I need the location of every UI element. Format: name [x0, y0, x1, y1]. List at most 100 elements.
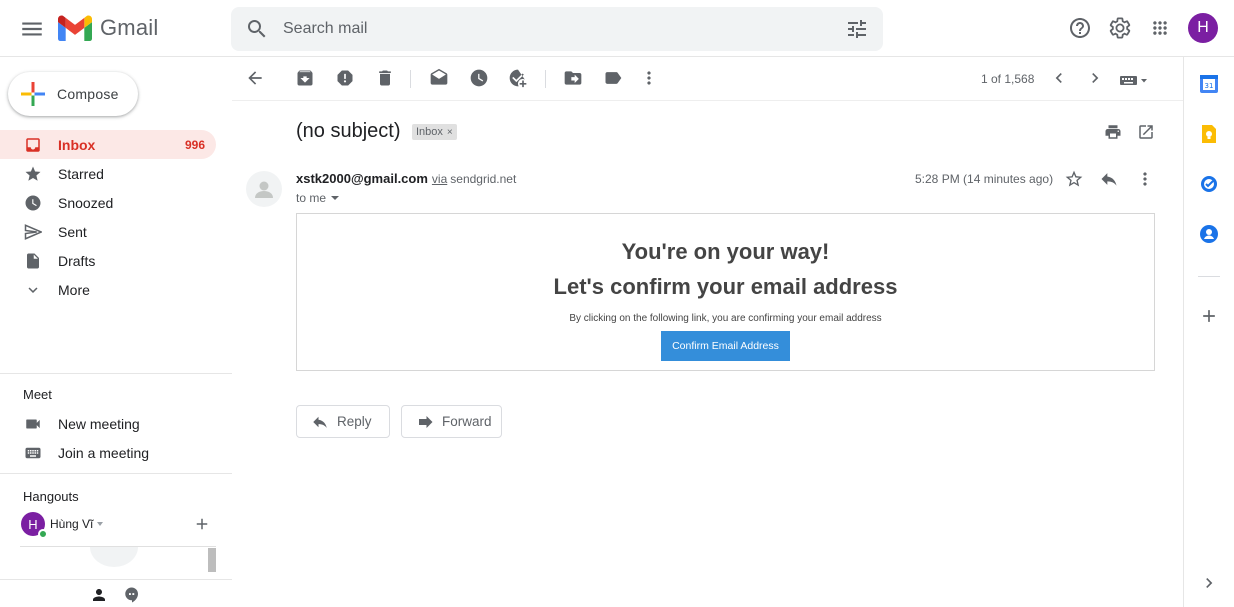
recipient-label: to me [296, 191, 327, 205]
search-options-icon[interactable] [845, 17, 869, 41]
sidebar-item-sent[interactable]: Sent [0, 217, 216, 246]
help-icon[interactable] [1068, 16, 1092, 40]
sidebar-item-more[interactable]: More [0, 275, 216, 304]
hangouts-user[interactable]: H Hùng Vĩ [21, 512, 104, 539]
gmail-logo[interactable]: Gmail [58, 14, 158, 42]
email-timestamp: 5:28 PM (14 minutes ago) [915, 172, 1054, 186]
mail-folder-nav: Inbox 996 Starred Snoozed Sent Drafts Mo… [0, 130, 232, 304]
search-icon[interactable] [245, 17, 269, 41]
label-chip-text: Inbox [416, 126, 443, 138]
sidebar-item-snoozed[interactable]: Snoozed [0, 188, 216, 217]
apps-grid-icon[interactable] [1148, 16, 1172, 40]
search-bar[interactable] [231, 7, 883, 51]
sender-avatar[interactable] [246, 171, 282, 207]
add-to-tasks-icon[interactable] [508, 68, 528, 88]
app-name: Gmail [100, 15, 159, 40]
compose-plus-icon [21, 82, 45, 106]
gmail-m-icon [58, 15, 92, 41]
hangouts-scrollbar[interactable] [208, 548, 216, 572]
report-spam-icon[interactable] [335, 68, 355, 88]
newer-chevron-left-icon[interactable] [1049, 68, 1069, 88]
sidebar-item-label: Starred [58, 165, 104, 182]
forward-button[interactable]: Forward [401, 405, 502, 438]
hangouts-contact-area [20, 546, 216, 578]
more-vert-icon[interactable] [639, 68, 659, 88]
add-addon-plus-icon[interactable] [1199, 306, 1219, 326]
compose-label: Compose [57, 86, 119, 102]
back-arrow-icon[interactable] [245, 68, 265, 88]
account-avatar[interactable]: H [1188, 13, 1218, 43]
new-meeting-label: New meeting [58, 416, 140, 432]
star-icon [23, 164, 43, 184]
input-tools-keyboard-icon[interactable] [1119, 73, 1151, 87]
open-in-new-window-icon[interactable] [1137, 123, 1155, 141]
unread-count-badge: 996 [184, 137, 205, 152]
sender-line: xstk2000@gmail.com via sendgrid.net [296, 171, 516, 186]
star-outline-icon[interactable] [1064, 169, 1084, 189]
video-camera-icon [23, 414, 43, 434]
tasks-icon[interactable] [1199, 174, 1219, 194]
sidebar-item-label: Snoozed [58, 194, 114, 211]
svg-text:31: 31 [1205, 82, 1214, 90]
reply-button[interactable]: Reply [296, 405, 390, 438]
sidebar-item-label: More [58, 281, 90, 298]
side-apps-panel: 31 [1183, 57, 1234, 607]
toolbar-divider [545, 70, 546, 88]
contacts-icon[interactable] [1199, 224, 1219, 244]
compose-button[interactable]: Compose [8, 72, 138, 116]
caret-down-icon [331, 196, 340, 200]
hangouts-avatar-initial: H [28, 516, 38, 532]
email-body-card: You're on your way! Let's confirm your e… [296, 213, 1155, 371]
side-panel-divider [1198, 276, 1220, 277]
chevron-down-icon [23, 280, 43, 300]
older-chevron-right-icon[interactable] [1085, 68, 1105, 88]
forward-label: Forward [442, 414, 492, 429]
recipient-details-toggle[interactable]: to me [296, 191, 340, 205]
hangouts-chat-icon[interactable] [123, 586, 141, 604]
keep-notes-icon[interactable] [1199, 124, 1219, 144]
hangouts-section-title: Hangouts [23, 489, 79, 504]
mark-unread-icon[interactable] [429, 68, 449, 88]
pagination-count: 1 of 1,568 [981, 72, 1035, 86]
inbox-label-chip[interactable]: Inbox × [412, 124, 457, 140]
calendar-icon[interactable]: 31 [1199, 74, 1219, 94]
toolbar-divider [410, 70, 411, 88]
inbox-icon [23, 135, 43, 155]
message-view: 1 of 1,568 (no subject) Inbox × xstk2000… [232, 57, 1183, 607]
remove-label-icon[interactable]: × [447, 127, 453, 138]
reply-arrow-icon[interactable] [1099, 169, 1119, 189]
main-menu-icon[interactable] [19, 16, 45, 42]
label-tag-icon[interactable] [603, 68, 623, 88]
keyboard-icon [23, 443, 43, 463]
snooze-clock-icon[interactable] [469, 68, 489, 88]
caret-down-icon [97, 522, 104, 526]
clock-icon [23, 193, 43, 213]
email-heading-primary: You're on your way! [621, 239, 830, 264]
contacts-person-icon[interactable] [90, 586, 108, 604]
hangouts-placeholder-bubble [90, 547, 138, 567]
confirm-email-button[interactable]: Confirm Email Address [661, 331, 790, 361]
sidebar-item-inbox[interactable]: Inbox 996 [0, 130, 216, 159]
online-status-dot [38, 529, 48, 539]
via-link[interactable]: via [432, 172, 447, 186]
add-contact-icon[interactable] [193, 515, 211, 533]
new-meeting-button[interactable]: New meeting [0, 410, 232, 438]
expand-panel-chevron-icon[interactable] [1199, 573, 1219, 593]
sidebar-item-label: Sent [58, 223, 87, 240]
sender-email[interactable]: xstk2000@gmail.com [296, 171, 428, 186]
archive-icon[interactable] [295, 68, 315, 88]
left-sidebar: Compose Inbox 996 Starred Snoozed Sent D… [0, 57, 232, 607]
sidebar-item-drafts[interactable]: Drafts [0, 246, 216, 275]
hangouts-avatar: H [21, 512, 48, 539]
sidebar-item-starred[interactable]: Starred [0, 159, 216, 188]
move-to-folder-icon[interactable] [563, 68, 583, 88]
hangouts-user-name: Hùng Vĩ [50, 517, 94, 531]
settings-gear-icon[interactable] [1108, 16, 1132, 40]
email-subject: (no subject) [296, 120, 401, 142]
more-vert-icon[interactable] [1135, 169, 1155, 189]
join-meeting-button[interactable]: Join a meeting [0, 439, 232, 467]
delete-trash-icon[interactable] [375, 68, 395, 88]
print-icon[interactable] [1104, 123, 1122, 141]
search-input[interactable] [283, 17, 803, 41]
message-toolbar: 1 of 1,568 [232, 57, 1183, 101]
